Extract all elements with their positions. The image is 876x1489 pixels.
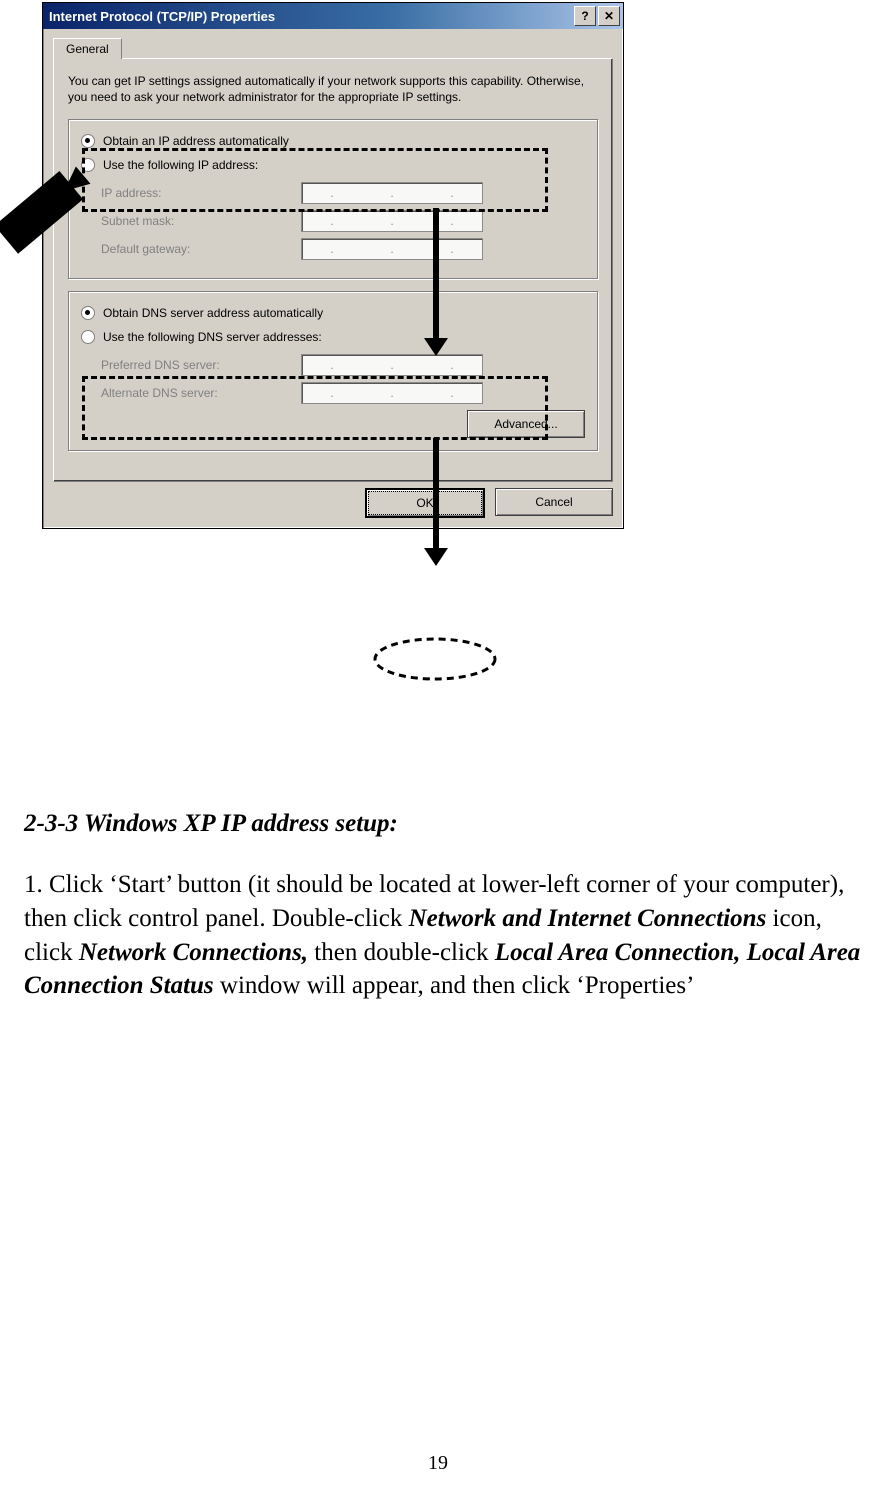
cancel-button[interactable]: Cancel [495,488,613,516]
preferred-dns-input[interactable]: ... [301,354,483,376]
preferred-dns-label: Preferred DNS server: [101,358,301,372]
radio-icon [81,134,95,148]
document-page: Internet Protocol (TCP/IP) Properties ? … [0,0,876,1489]
tab-panel-general: You can get IP settings assigned automat… [53,58,613,482]
page-number: 19 [0,1452,876,1475]
advanced-button[interactable]: Advanced... [467,410,585,438]
radio-icon [81,158,95,172]
help-icon: ? [581,10,588,22]
tab-strip: General [53,37,613,58]
tcpip-properties-dialog: Internet Protocol (TCP/IP) Properties ? … [42,2,624,529]
dialog-actions: OK Cancel [53,488,613,518]
ip-address-label: IP address: [101,186,301,200]
default-gateway-input[interactable]: ... [301,238,483,260]
radio-icon [81,306,95,320]
default-gateway-label: Default gateway: [101,242,301,256]
radio-obtain-dns-auto[interactable]: Obtain DNS server address automatically [81,306,585,320]
window-title: Internet Protocol (TCP/IP) Properties [49,9,572,24]
subnet-mask-label: Subnet mask: [101,214,301,228]
ip-address-row: IP address: ... [101,182,585,204]
ip-settings-group: Obtain an IP address automatically Use t… [68,119,598,279]
close-icon: ✕ [604,10,614,22]
alternate-dns-row: Alternate DNS server: ... [101,382,585,404]
document-body: 2-3-3 Windows XP IP address setup: 1. Cl… [24,810,866,1003]
radio-use-following-ip[interactable]: Use the following IP address: [81,158,585,172]
titlebar[interactable]: Internet Protocol (TCP/IP) Properties ? … [43,3,623,29]
radio-icon [81,330,95,344]
dialog-client-area: General You can get IP settings assigned… [43,29,623,528]
subnet-mask-row: Subnet mask: ... [101,210,585,232]
help-button[interactable]: ? [574,6,596,26]
instruction-paragraph: 1. Click ‘Start’ button (it should be lo… [24,868,866,1003]
close-button[interactable]: ✕ [598,6,620,26]
alternate-dns-label: Alternate DNS server: [101,386,301,400]
section-heading: 2-3-3 Windows XP IP address setup: [24,810,866,838]
radio-obtain-ip-auto[interactable]: Obtain an IP address automatically [81,134,585,148]
dns-settings-group: Obtain DNS server address automatically … [68,291,598,451]
alternate-dns-input[interactable]: ... [301,382,483,404]
ok-button[interactable]: OK [365,488,485,518]
ip-address-input[interactable]: ... [301,182,483,204]
subnet-mask-input[interactable]: ... [301,210,483,232]
info-text: You can get IP settings assigned automat… [68,73,598,105]
annotation-highlight-ok [370,635,500,683]
tab-general[interactable]: General [53,38,122,59]
preferred-dns-row: Preferred DNS server: ... [101,354,585,376]
default-gateway-row: Default gateway: ... [101,238,585,260]
radio-use-following-dns[interactable]: Use the following DNS server addresses: [81,330,585,344]
